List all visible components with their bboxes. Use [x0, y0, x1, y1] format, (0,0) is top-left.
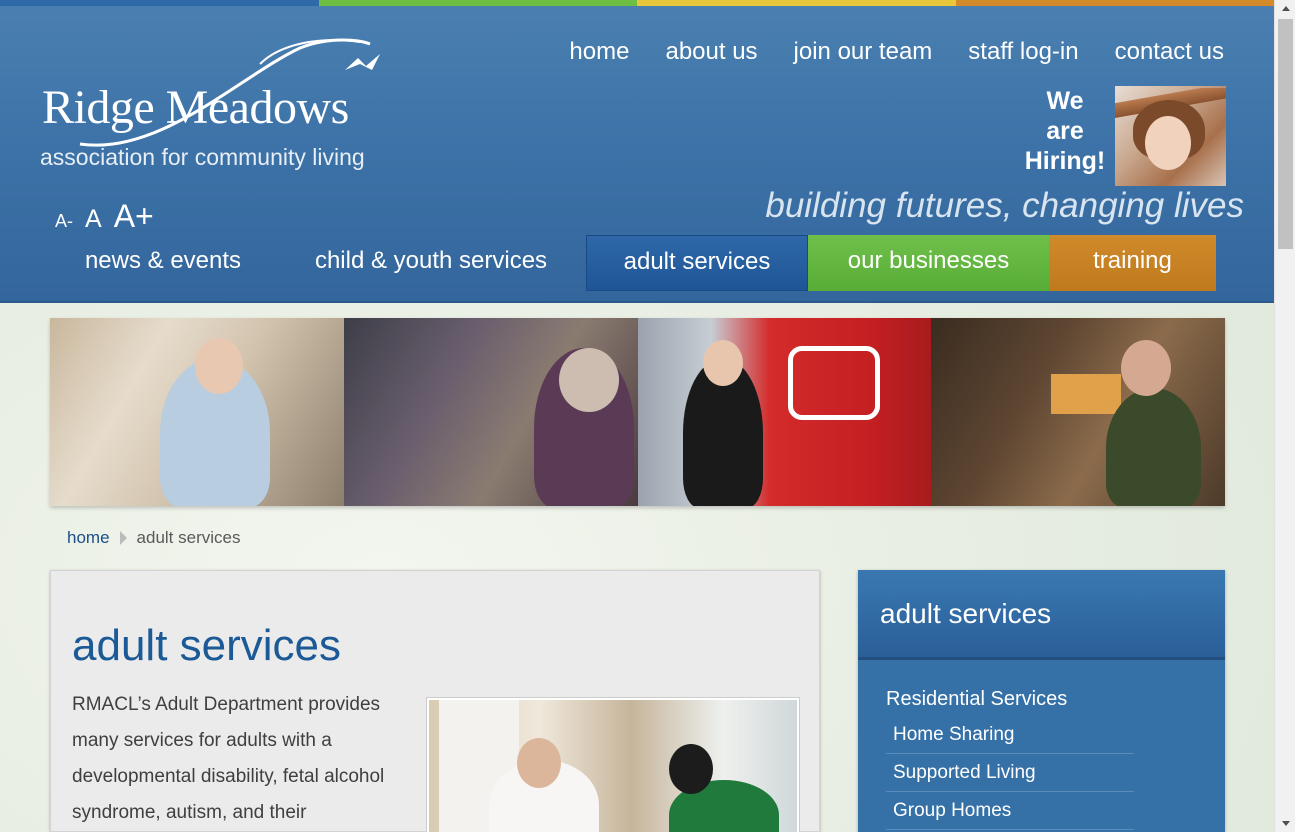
sidebar-item-supported-living[interactable]: Supported Living	[886, 754, 1134, 792]
hiring-line-1: We	[1046, 87, 1084, 115]
site-header: Ridge Meadows association for community …	[0, 6, 1274, 303]
topnav-home[interactable]: home	[569, 38, 629, 66]
banner-photo-painting	[343, 318, 638, 506]
banner-person-3-face	[702, 340, 743, 386]
breadcrumb-home[interactable]: home	[67, 528, 110, 548]
banner-tv	[1051, 374, 1122, 414]
topnav-join-our-team[interactable]: join our team	[794, 38, 933, 66]
breadcrumb: home adult services	[67, 528, 240, 548]
hiring-line-2: are	[1046, 117, 1084, 145]
main-navigation: news & events child & youth services adu…	[50, 235, 1216, 291]
font-normal-button[interactable]: A	[85, 205, 102, 234]
vertical-scrollbar[interactable]	[1274, 0, 1295, 832]
banner-photo-dealership	[637, 318, 932, 506]
scroll-up-button[interactable]	[1275, 0, 1295, 17]
nav-our-businesses[interactable]: our businesses	[808, 235, 1049, 291]
logo-subtitle: association for community living	[40, 144, 365, 170]
banner-photo-kitchen	[50, 318, 344, 506]
nav-training[interactable]: training	[1049, 235, 1216, 291]
banner-person-1-face	[195, 338, 243, 394]
top-navigation: home about us join our team staff log-in…	[569, 38, 1224, 66]
hiring-line-3: Hiring!	[1024, 147, 1106, 175]
page-title: adult services	[72, 621, 342, 670]
sidebar-list: Home Sharing Supported Living Group Home…	[886, 716, 1134, 830]
font-size-controls: A- A A+	[55, 198, 154, 235]
sidebar-item-group-homes[interactable]: Group Homes	[886, 792, 1134, 830]
sidebar-item-home-sharing[interactable]: Home Sharing	[886, 716, 1134, 754]
banner-person-2-face	[558, 348, 619, 412]
hiring-photo[interactable]	[1115, 86, 1226, 186]
topnav-contact-us[interactable]: contact us	[1115, 38, 1224, 66]
content-photo-scene	[429, 700, 797, 832]
intro-paragraph: RMACL’s Adult Department provides many s…	[72, 694, 385, 823]
font-decrease-button[interactable]: A-	[55, 211, 73, 232]
hiring-link[interactable]: We are Hiring!	[1020, 86, 1110, 176]
breadcrumb-separator-icon	[119, 531, 127, 545]
nav-adult-services[interactable]: adult services	[586, 235, 808, 291]
logo-main-text: Ridge Meadows	[42, 81, 349, 134]
scroll-thumb[interactable]	[1278, 19, 1293, 249]
banner-person-4-face	[1121, 340, 1172, 396]
scroll-down-button[interactable]	[1275, 815, 1295, 832]
content-photo-person-2-face	[669, 744, 713, 794]
nav-child-youth-services[interactable]: child & youth services	[276, 235, 586, 291]
tagline: building futures, changing lives	[765, 186, 1244, 225]
content-photo-person-1-face	[517, 738, 561, 788]
sidebar: adult services Residential Services Home…	[858, 570, 1225, 832]
main-content: adult services RMACL’s Adult Department …	[50, 570, 820, 832]
hero-banner	[50, 318, 1225, 506]
nav-news-events[interactable]: news & events	[50, 235, 276, 291]
scroll-down-icon	[1281, 821, 1290, 826]
font-increase-button[interactable]: A+	[114, 198, 154, 235]
sidebar-section-residential[interactable]: Residential Services	[886, 688, 1067, 711]
site-logo[interactable]: Ridge Meadows association for community …	[40, 36, 410, 186]
banner-dealership-sign	[787, 346, 880, 420]
topnav-about-us[interactable]: about us	[665, 38, 757, 66]
breadcrumb-current: adult services	[136, 528, 241, 547]
topnav-staff-login[interactable]: staff log-in	[968, 38, 1078, 66]
content-photo	[426, 697, 800, 832]
hiring-photo-face	[1145, 116, 1191, 170]
scroll-up-icon	[1281, 6, 1290, 11]
banner-photo-living-room	[931, 318, 1225, 506]
banner-person-4	[1106, 388, 1202, 506]
sidebar-title: adult services	[858, 570, 1225, 660]
